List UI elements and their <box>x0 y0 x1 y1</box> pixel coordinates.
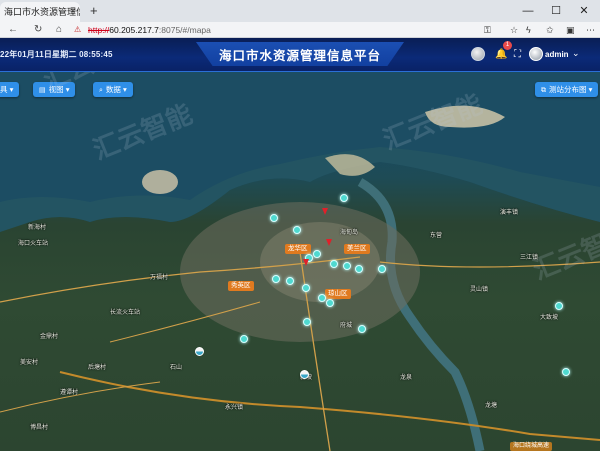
lightning-icon[interactable]: ϟ <box>526 23 531 37</box>
station-marker[interactable] <box>378 265 386 273</box>
place-label: 美安村 <box>20 360 39 366</box>
page-title: 海口市水资源管理信息平台 <box>218 49 381 63</box>
tab-close-icon[interactable]: × <box>70 2 76 22</box>
station-marker[interactable] <box>340 194 348 202</box>
place-label: 石山 <box>170 365 183 371</box>
station-marker[interactable] <box>318 294 326 302</box>
url-path: :8075/#/mapa <box>158 25 211 35</box>
place-label: 海口火车站 <box>18 241 49 247</box>
url-field[interactable]: http://60.205.217.7:8075/#/mapa <box>88 23 211 37</box>
station-marker[interactable] <box>286 277 294 285</box>
browser-address-bar: ← ↻ ⌂ ⚠ http://60.205.217.7:8075/#/mapa … <box>0 22 600 38</box>
place-label: 永兴镇 <box>225 405 244 411</box>
collections-icon[interactable]: ▣ <box>566 23 575 37</box>
home-icon[interactable]: ⌂ <box>56 23 62 37</box>
search-icon: ⌕ <box>99 87 103 94</box>
station-layer-label: 测站分布图 ▾ <box>549 85 593 94</box>
station-marker[interactable] <box>270 214 278 222</box>
favorites-icon[interactable]: ✩ <box>546 23 554 37</box>
place-label: 海甸岛 <box>340 230 359 236</box>
tab-title: 海口市水资源管理信息 <box>4 7 80 17</box>
place-label: 府城 <box>340 323 353 329</box>
insecure-icon[interactable]: ⚠ <box>74 23 81 37</box>
notification-badge: 1 <box>503 41 512 50</box>
alert-pin[interactable] <box>322 208 328 215</box>
place-label: 龙泉 <box>400 375 413 381</box>
app-header: 22年01月11日星期二 08:55:45 海口市水资源管理信息平台 🔔 1 ⛶… <box>0 38 600 72</box>
fullscreen-icon[interactable]: ⛶ <box>514 49 521 60</box>
username[interactable]: admin <box>545 50 569 59</box>
road-sw <box>0 381 161 413</box>
place-label: 灵山镇 <box>470 287 489 293</box>
place-label: 新海村 <box>28 225 47 231</box>
station-marker[interactable] <box>562 368 570 376</box>
header-datetime: 22年01月11日星期二 08:55:45 <box>0 50 113 59</box>
station-marker[interactable] <box>240 335 248 343</box>
back-arrow-icon[interactable]: ← <box>8 23 18 37</box>
maximize-button[interactable]: ☐ <box>542 0 570 22</box>
view-menu-button[interactable]: ▤ 视图 ▾ <box>33 82 76 97</box>
place-label: 三江镇 <box>520 255 539 261</box>
data-label: 数据 ▾ <box>105 85 127 94</box>
place-label: 东营 <box>430 233 443 239</box>
new-tab-button[interactable]: + <box>90 2 98 20</box>
station-marker[interactable] <box>358 325 366 333</box>
view-icon: ▤ <box>39 87 46 94</box>
place-label: 博昌村 <box>30 425 49 431</box>
station-marker[interactable] <box>343 262 351 270</box>
place-label: 演丰镇 <box>500 210 519 216</box>
layer-icon: ⧉ <box>541 87 546 94</box>
district-label-qiongshan[interactable]: 琼山区 <box>325 289 351 299</box>
station-marker[interactable] <box>355 265 363 273</box>
district-label-longhua[interactable]: 龙华区 <box>285 244 311 254</box>
browser-tabstrip: 海口市水资源管理信息 × + — ☐ ✕ <box>0 0 600 22</box>
place-label: 后塘村 <box>88 365 107 371</box>
place-label: 遵谭村 <box>60 390 79 396</box>
refresh-icon[interactable]: ↻ <box>34 23 42 37</box>
tools-label: 具 ▾ <box>0 85 14 94</box>
bell-icon[interactable]: 🔔 <box>495 49 507 60</box>
map-canvas[interactable]: 具 ▾ ▤ 视图 ▾ ⌕ 数据 ▾ ⧉ 测站分布图 ▾ 龙华区 美兰区 秀英区 琼山区… <box>0 72 600 451</box>
user-avatar[interactable] <box>529 47 543 61</box>
station-marker[interactable] <box>293 226 301 234</box>
ring-expressway <box>59 371 600 441</box>
tools-menu-button[interactable]: 具 ▾ <box>0 82 20 97</box>
station-marker[interactable] <box>272 275 280 283</box>
star-icon[interactable]: ☆ <box>510 23 518 37</box>
highway-label: 海口绕城高速 <box>510 442 553 451</box>
close-window-button[interactable]: ✕ <box>570 0 598 22</box>
place-label: 万福村 <box>150 275 169 281</box>
sandbar-north <box>142 170 178 194</box>
data-menu-button[interactable]: ⌕ 数据 ▾ <box>93 82 133 97</box>
url-host: 60.205.217.7 <box>109 25 159 35</box>
water-station-icon[interactable] <box>195 347 204 356</box>
station-marker[interactable] <box>302 284 310 292</box>
district-label-xiuying[interactable]: 秀英区 <box>228 281 254 291</box>
station-layer-button[interactable]: ⧉ 测站分布图 ▾ <box>535 82 599 97</box>
district-label-meilan[interactable]: 美兰区 <box>344 244 370 254</box>
station-marker[interactable] <box>313 250 321 258</box>
theme-avatar-icon[interactable] <box>471 47 485 61</box>
key-icon[interactable]: ⚿ <box>484 23 491 37</box>
station-marker[interactable] <box>326 299 334 307</box>
place-label: 长流火车站 <box>110 310 141 316</box>
station-marker[interactable] <box>303 318 311 326</box>
station-marker[interactable] <box>330 260 338 268</box>
place-label: 龙塘 <box>485 403 498 409</box>
view-label: 视图 ▾ <box>48 85 70 94</box>
alert-pin[interactable] <box>303 259 309 266</box>
water-station-icon[interactable] <box>300 370 309 379</box>
place-label: 大致坡 <box>540 315 559 321</box>
more-icon[interactable]: ⋯ <box>586 23 595 37</box>
alert-pin[interactable] <box>326 239 332 246</box>
browser-tab[interactable]: 海口市水资源管理信息 <box>0 2 80 22</box>
station-marker[interactable] <box>555 302 563 310</box>
map-terrain <box>0 72 600 451</box>
place-label: 金鼎村 <box>40 334 59 340</box>
user-menu-chevron-icon[interactable]: ⌄ <box>572 48 580 59</box>
url-protocol: http:// <box>88 25 110 35</box>
minimize-button[interactable]: — <box>514 0 542 22</box>
